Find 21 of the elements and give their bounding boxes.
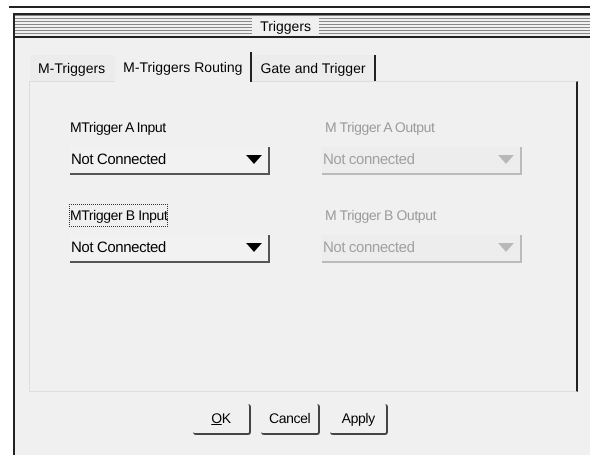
field-label: M Trigger B Output [325, 206, 436, 225]
dropdown-value: Not Connected [71, 150, 166, 170]
field-label: MTrigger A Input [70, 118, 166, 137]
caret-icon [498, 155, 514, 165]
dropdown-value: Not Connected [71, 238, 166, 258]
tab[interactable]: M-Triggers Routing [115, 52, 252, 82]
dialog-button[interactable]: OK [193, 404, 251, 435]
caret-icon [246, 155, 262, 165]
caret-icon [246, 243, 262, 253]
tab[interactable]: Gate and Trigger [252, 55, 376, 81]
dropdown-value: Not connected [323, 150, 415, 170]
dialog-button[interactable]: Apply [330, 404, 388, 435]
caret-icon [498, 243, 514, 253]
dropdown[interactable]: Not Connected [70, 235, 270, 263]
dialog-button[interactable]: Cancel [261, 404, 320, 435]
window-title: Triggers [252, 16, 319, 36]
dropdown[interactable]: Not Connected [70, 147, 270, 175]
tab[interactable]: M-Triggers [30, 55, 116, 81]
dropdown-value: Not connected [323, 238, 415, 258]
field-label: M Trigger A Output [325, 118, 435, 137]
field-label: MTrigger B Input [70, 205, 168, 226]
